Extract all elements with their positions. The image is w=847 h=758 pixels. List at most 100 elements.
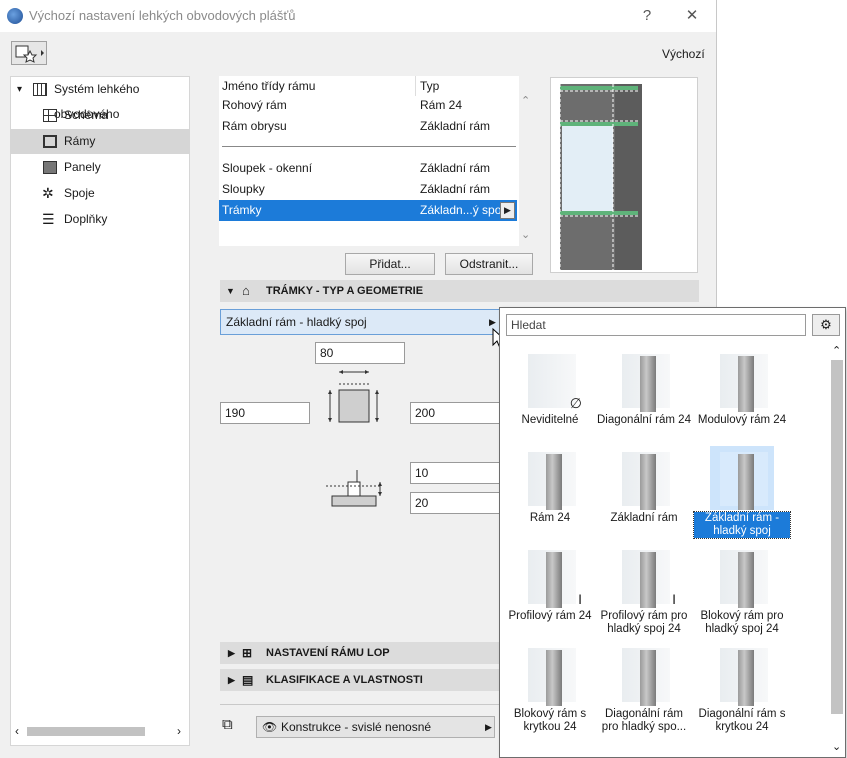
tile-label: Diagonální rám pro hladký spo... bbox=[601, 708, 687, 733]
popup-scrollbar[interactable]: ⌃ ⌄ bbox=[830, 344, 844, 756]
scroll-thumb[interactable] bbox=[831, 360, 843, 714]
search-input[interactable]: Hledat bbox=[506, 314, 806, 336]
frame-preview bbox=[550, 77, 698, 273]
archicad-logo-icon bbox=[7, 8, 23, 24]
list-item[interactable]: Sloupek - okenní Základní rám bbox=[219, 158, 517, 179]
scroll-thumb[interactable] bbox=[27, 727, 145, 736]
tree-item-label: Doplňky bbox=[64, 212, 108, 226]
scroll-down-icon[interactable]: ⌄ bbox=[832, 740, 841, 753]
depth-left-field[interactable]: 190 bbox=[220, 402, 310, 424]
chevron-right-icon[interactable]: ▶ bbox=[228, 669, 235, 691]
section-title: TRÁMKY - TYP A GEOMETRIE bbox=[266, 285, 424, 297]
favorites-button[interactable] bbox=[11, 41, 47, 65]
scroll-up-icon[interactable]: ⌃ bbox=[832, 344, 841, 357]
column-divider bbox=[415, 76, 416, 96]
chevron-right-icon[interactable]: ▶ bbox=[500, 202, 515, 219]
tile-label: Základní rám bbox=[610, 512, 678, 524]
joint-icon: ✲ bbox=[42, 185, 54, 201]
tree-hscrollbar[interactable]: ‹ › bbox=[11, 719, 189, 745]
i-beam-icon: I bbox=[578, 591, 582, 607]
layer-selector[interactable]: 👁 Konstrukce - svislé nenosné ▶ bbox=[256, 716, 495, 738]
tree-item-spoje[interactable]: ✲ Spoje bbox=[11, 181, 189, 206]
row-name: Trámky bbox=[222, 203, 262, 217]
curtain-wall-icon bbox=[33, 83, 47, 96]
list-item[interactable]: Sloupky Základní rám bbox=[219, 179, 517, 200]
tree-root[interactable]: ▾ Systém lehkého obvodového bbox=[11, 77, 189, 121]
list-scrollbar[interactable]: ⌃ ⌄ bbox=[519, 76, 533, 246]
frame-thumbnail bbox=[612, 642, 676, 706]
scroll-right-icon[interactable]: › bbox=[177, 724, 181, 738]
tile-label: Blokový rám pro hladký spoj 24 bbox=[700, 610, 784, 635]
i-beam-icon: I bbox=[672, 591, 676, 607]
chevron-down-icon[interactable]: ▼ bbox=[226, 280, 235, 302]
tile-label: Blokový rám s krytkou 24 bbox=[513, 708, 587, 733]
tree-item-schema[interactable]: Schéma bbox=[11, 103, 189, 128]
tile-modular-24[interactable]: Modulový rám 24 bbox=[694, 348, 790, 427]
tree-item-label: Schéma bbox=[64, 108, 109, 122]
depth-right-field[interactable]: 200 bbox=[410, 402, 500, 424]
section-geometry[interactable]: ▼ ⌂ TRÁMKY - TYP A GEOMETRIE bbox=[220, 280, 699, 302]
tile-diagonal-cap-24[interactable]: Diagonální rám s krytkou 24 bbox=[694, 642, 790, 734]
title-bar: Výchozí nastavení lehkých obvodových plá… bbox=[0, 0, 716, 32]
tile-profile-24[interactable]: I Profilový rám 24 bbox=[502, 544, 598, 623]
list-item[interactable]: Rám obrysu Základní rám bbox=[219, 116, 517, 137]
tile-diagonal-smooth[interactable]: Diagonální rám pro hladký spo... bbox=[596, 642, 692, 734]
offset-bottom-field[interactable]: 20 bbox=[410, 492, 500, 514]
default-link[interactable]: Výchozí bbox=[662, 47, 705, 61]
close-button[interactable]: ✕ bbox=[677, 4, 707, 28]
tile-basic[interactable]: Základní rám bbox=[596, 446, 692, 525]
tile-frame-24[interactable]: Rám 24 bbox=[502, 446, 598, 525]
tree-item-doplnky[interactable]: ☰ Doplňky bbox=[11, 207, 189, 232]
list-item-selected[interactable]: Trámky Základn...ý spoj ▶ bbox=[219, 200, 517, 221]
frame-thumbnail: I bbox=[612, 544, 676, 608]
settings-tree: ▾ Systém lehkého obvodového Schéma Rámy … bbox=[10, 76, 190, 746]
frame-section-diagram bbox=[328, 370, 379, 423]
row-name: Rám obrysu bbox=[222, 119, 287, 133]
frame-type-selector[interactable]: Základní rám - hladký spoj ▶ bbox=[220, 309, 500, 335]
frame-geometry-icon: ⌂ bbox=[242, 283, 250, 298]
tile-block-smooth-24[interactable]: Blokový rám pro hladký spoj 24 bbox=[694, 544, 790, 636]
tile-label: Rám 24 bbox=[529, 512, 571, 524]
document-icon: ▤ bbox=[242, 673, 254, 687]
tree-item-panely[interactable]: Panely bbox=[11, 155, 189, 180]
frame-thumbnail bbox=[710, 348, 774, 412]
remove-button[interactable]: Odstranit... bbox=[445, 253, 533, 275]
tile-diagonal-24[interactable]: Diagonální rám 24 bbox=[596, 348, 692, 427]
scroll-up-icon[interactable]: ⌃ bbox=[521, 94, 530, 107]
scroll-left-icon[interactable]: ‹ bbox=[15, 724, 19, 738]
list-header: Jméno třídy rámu Typ bbox=[219, 76, 517, 97]
tile-profile-smooth-24[interactable]: I Profilový rám pro hladký spoj 24 bbox=[596, 544, 692, 636]
accessory-icon: ☰ bbox=[42, 211, 55, 227]
chevron-down-icon[interactable]: ▾ bbox=[17, 77, 22, 102]
tile-basic-smooth-selected[interactable]: Základní rám - hladký spoj bbox=[693, 446, 791, 539]
tree-item-label: Spoje bbox=[64, 186, 95, 200]
frame-icon bbox=[43, 135, 57, 148]
width-field[interactable]: 80 bbox=[315, 342, 405, 364]
section-title: NASTAVENÍ RÁMU LOP bbox=[266, 647, 390, 659]
list-item[interactable]: Rohový rám Rám 24 bbox=[219, 95, 517, 116]
offset-top-field[interactable]: 10 bbox=[410, 462, 500, 484]
favorites-icon bbox=[15, 45, 44, 63]
tree-item-label: Rámy bbox=[64, 134, 96, 148]
help-button[interactable]: ? bbox=[632, 4, 662, 28]
row-type: Základní rám bbox=[420, 161, 491, 175]
frame-thumbnail bbox=[612, 446, 676, 510]
layer-value: Konstrukce - svislé nenosné bbox=[281, 720, 432, 734]
list-separator bbox=[222, 146, 516, 147]
chevron-right-icon[interactable]: ▶ bbox=[485, 717, 492, 737]
scroll-down-icon[interactable]: ⌄ bbox=[521, 228, 530, 241]
frame-thumbnail: I bbox=[518, 544, 582, 608]
frame-thumbnail bbox=[710, 544, 774, 608]
tile-label: Neviditelné bbox=[521, 414, 579, 426]
tree-item-ramy[interactable]: Rámy bbox=[11, 129, 189, 154]
chevron-right-icon[interactable]: ▶ bbox=[228, 642, 235, 664]
gear-icon[interactable]: ⚙ bbox=[812, 314, 840, 336]
column-type-header[interactable]: Typ bbox=[420, 76, 439, 97]
frame-thumbnail bbox=[710, 446, 774, 510]
curtain-wall-preview-image bbox=[559, 84, 642, 270]
add-button[interactable]: Přidat... bbox=[345, 253, 435, 275]
tile-invisible[interactable]: ∅ Neviditelné bbox=[502, 348, 598, 427]
column-name-header[interactable]: Jméno třídy rámu bbox=[222, 76, 315, 97]
grid-icon bbox=[43, 109, 57, 122]
tile-block-cap-24[interactable]: Blokový rám s krytkou 24 bbox=[502, 642, 598, 734]
